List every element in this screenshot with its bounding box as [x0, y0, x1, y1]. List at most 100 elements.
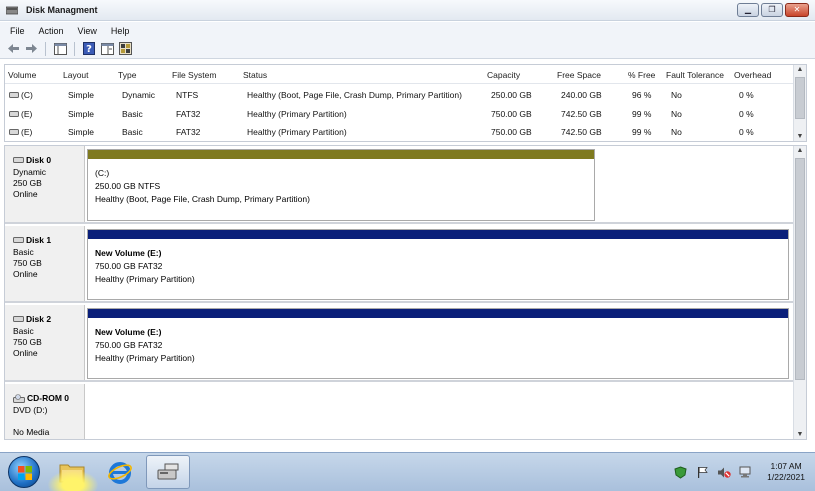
menu-help[interactable]: Help	[111, 26, 130, 36]
disk-management-app-icon	[157, 463, 179, 480]
back-button[interactable]	[6, 42, 20, 56]
volume-row[interactable]: (C) Simple Dynamic NTFS Healthy (Boot, P…	[5, 86, 794, 104]
partition[interactable]: New Volume (E:) 750.00 GB FAT32 Healthy …	[87, 229, 789, 300]
cell-status: Healthy (Boot, Page File, Crash Dump, Pr…	[247, 90, 462, 100]
volume-row[interactable]: (E) Simple Basic FAT32 Healthy (Primary …	[5, 105, 794, 123]
disk-state: Online	[13, 348, 38, 358]
taskbar: 1:07 AM 1/22/2021	[0, 452, 815, 491]
taskbar-disk-management[interactable]	[146, 455, 190, 489]
properties-button[interactable]	[100, 42, 114, 56]
toolbar: ?	[0, 39, 815, 59]
network-button[interactable]	[739, 465, 753, 479]
volume-list: Volume Layout Type File System Status Ca…	[4, 64, 807, 142]
cell-file-system: FAT32	[176, 109, 201, 119]
menu-view[interactable]: View	[78, 26, 97, 36]
cell-layout: Simple	[68, 109, 94, 119]
taskbar-internet-explorer[interactable]	[98, 455, 142, 489]
disk-type: Dynamic	[13, 167, 47, 177]
partition-bar	[88, 150, 594, 159]
column-status[interactable]: Status	[243, 70, 267, 80]
scroll-down-icon[interactable]: ▼	[794, 431, 806, 438]
menu-file[interactable]: File	[10, 26, 25, 36]
disk-size: 250 GB	[13, 178, 42, 188]
cell-fault-tolerance: No	[671, 90, 682, 100]
scroll-up-icon[interactable]: ▲	[794, 147, 806, 154]
cell-status: Healthy (Primary Partition)	[247, 127, 347, 137]
column-capacity[interactable]: Capacity	[487, 70, 520, 80]
partition-size: 250.00 GB NTFS	[95, 181, 161, 191]
settings-grid-button[interactable]	[118, 42, 132, 56]
cell-layout: Simple	[68, 90, 94, 100]
scrollbar-thumb[interactable]	[795, 158, 805, 380]
column-layout[interactable]: Layout	[63, 70, 89, 80]
properties-icon	[100, 42, 114, 55]
cdrom-name: CD-ROM 0	[27, 393, 70, 403]
column-percent-free[interactable]: % Free	[628, 70, 655, 80]
disk-map-scrollbar[interactable]: ▲ ▼	[793, 146, 806, 439]
disk-0-row: Disk 0 Dynamic 250 GB Online (C:) 250.00…	[5, 146, 794, 224]
column-volume[interactable]: Volume	[8, 70, 36, 80]
clock-time: 1:07 AM	[770, 461, 802, 471]
column-fault-tolerance[interactable]: Fault Tolerance	[666, 70, 724, 80]
disk-label[interactable]: Disk 0 Dynamic 250 GB Online	[5, 146, 85, 222]
disk-1-row: Disk 1 Basic 750 GB Online New Volume (E…	[5, 226, 794, 303]
disk-map: Disk 0 Dynamic 250 GB Online (C:) 250.00…	[4, 145, 807, 440]
partition[interactable]: (C:) 250.00 GB NTFS Healthy (Boot, Page …	[87, 149, 595, 221]
column-free-space[interactable]: Free Space	[557, 70, 601, 80]
forward-arrow-icon	[25, 44, 37, 53]
partition-name: (C:)	[95, 168, 110, 178]
system-tray: 1:07 AM 1/22/2021	[673, 459, 805, 485]
cdrom-type: DVD (D:)	[13, 405, 48, 415]
partition-size: 750.00 GB FAT32	[95, 340, 163, 350]
maximize-button[interactable]: ❐	[761, 3, 783, 17]
partition[interactable]: New Volume (E:) 750.00 GB FAT32 Healthy …	[87, 308, 789, 379]
column-file-system[interactable]: File System	[172, 70, 216, 80]
network-icon	[739, 466, 751, 477]
cell-overhead: 0 %	[739, 109, 754, 119]
disk-label[interactable]: Disk 1 Basic 750 GB Online	[5, 226, 85, 301]
volume-button[interactable]	[717, 465, 731, 479]
column-overhead[interactable]: Overhead	[734, 70, 771, 80]
volume-list-scrollbar[interactable]: ▲ ▼	[793, 65, 806, 141]
scroll-down-icon[interactable]: ▼	[794, 133, 806, 140]
cell-overhead: 0 %	[739, 127, 754, 137]
cdrom-state: No Media	[13, 427, 50, 437]
security-tray-button[interactable]	[673, 465, 687, 479]
settings-grid-icon	[118, 42, 132, 55]
partition-bar	[88, 309, 788, 318]
help-button[interactable]: ?	[82, 42, 96, 56]
volume-row[interactable]: (E) Simple Basic FAT32 Healthy (Primary …	[5, 123, 794, 141]
clock-date: 1/22/2021	[767, 472, 805, 482]
maximize-icon: ❐	[768, 5, 776, 14]
file-explorer-icon	[59, 464, 85, 483]
minimize-button[interactable]: ▁	[737, 3, 759, 17]
partition-size: 750.00 GB FAT32	[95, 261, 163, 271]
scrollbar-thumb[interactable]	[795, 77, 805, 119]
drive-icon	[9, 129, 19, 135]
partition-status: Healthy (Primary Partition)	[95, 353, 195, 363]
scroll-up-icon[interactable]: ▲	[794, 66, 806, 73]
start-button[interactable]	[8, 456, 40, 488]
drive-icon	[9, 92, 19, 98]
cell-volume: (C)	[21, 90, 33, 100]
taskbar-file-explorer[interactable]	[50, 455, 94, 489]
console-tree-button[interactable]	[53, 42, 67, 56]
disk-size: 750 GB	[13, 258, 42, 268]
cell-fault-tolerance: No	[671, 109, 682, 119]
forward-button[interactable]	[24, 42, 38, 56]
action-center-button[interactable]	[695, 465, 709, 479]
close-button[interactable]: ✕	[785, 3, 809, 17]
clock[interactable]: 1:07 AM 1/22/2021	[767, 461, 805, 483]
cell-percent-free: 99 %	[632, 109, 652, 119]
menu-action[interactable]: Action	[39, 26, 64, 36]
partition-status: Healthy (Boot, Page File, Crash Dump, Pr…	[95, 194, 310, 204]
cell-capacity: 750.00 GB	[491, 109, 532, 119]
drive-icon	[9, 111, 19, 117]
disk-label[interactable]: Disk 2 Basic 750 GB Online	[5, 305, 85, 380]
disk-state: Online	[13, 269, 38, 279]
volume-muted-icon	[718, 467, 731, 478]
column-type[interactable]: Type	[118, 70, 136, 80]
cell-overhead: 0 %	[739, 90, 754, 100]
disk-type: Basic	[13, 247, 34, 257]
cdrom-label[interactable]: CD-ROM 0 DVD (D:) No Media	[5, 384, 85, 439]
